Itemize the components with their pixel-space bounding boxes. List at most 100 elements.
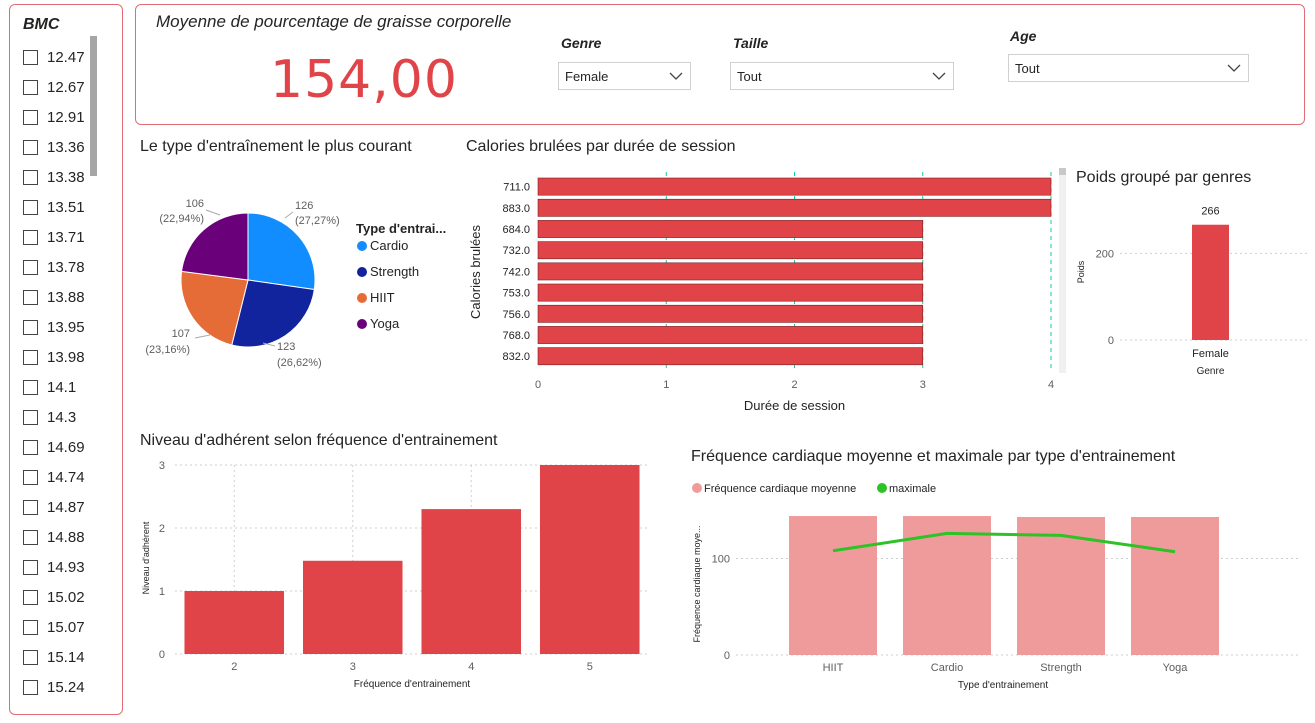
poids-bar [1192, 224, 1229, 340]
checkbox[interactable] [23, 109, 38, 125]
chevron-down-icon [1227, 64, 1241, 72]
y-axis-title: Calories brulées [468, 225, 483, 319]
pie-chart[interactable]: 126 (27,27%) 123 (26,62%) 107 (23,16%) 106 (22,… [135, 160, 465, 380]
checkbox[interactable] [23, 229, 38, 245]
x-tick-label: 2 [231, 661, 237, 673]
bmc-option-label: 13.38 [47, 168, 85, 186]
bmc-option[interactable]: 13.71 [23, 227, 85, 247]
pie-data-pct: (22,94%) [159, 213, 204, 225]
genre-dropdown[interactable]: Female [558, 62, 691, 90]
bmc-option[interactable]: 12.47 [23, 47, 85, 67]
bmc-option[interactable]: 14.74 [23, 467, 85, 487]
adherent-bar-chart[interactable]: 0 1 2 3 2 3 4 5 Fréquence d'entrainement Niveau d… [135, 455, 665, 695]
calorie-bar [537, 177, 1052, 196]
bmc-option[interactable]: 13.98 [23, 347, 85, 367]
bmc-option[interactable]: 15.24 [23, 677, 85, 697]
poids-bar-chart[interactable]: 0 200 266 Female Genre Poids [1070, 190, 1310, 390]
data-label: 266 [1201, 206, 1219, 218]
pie-data-pct: (27,27%) [295, 215, 340, 227]
age-dropdown[interactable]: Tout [1008, 54, 1249, 82]
bmc-option[interactable]: 12.91 [23, 107, 85, 127]
age-dropdown-value: Tout [1015, 60, 1040, 76]
checkbox[interactable] [23, 49, 38, 65]
checkbox[interactable] [23, 409, 38, 425]
checkbox[interactable] [23, 169, 38, 185]
taille-dropdown[interactable]: Tout [730, 62, 954, 90]
y-tick-label: 0 [724, 650, 730, 662]
bmc-option-label: 15.14 [47, 648, 85, 666]
pie-data-pct: (26,62%) [277, 357, 322, 369]
checkbox[interactable] [23, 649, 38, 665]
bmc-option[interactable]: 13.38 [23, 167, 85, 187]
adherent-chart-title: Niveau d'adhérent selon fréquence d'entr… [140, 432, 498, 449]
bmc-option[interactable]: 13.95 [23, 317, 85, 337]
bmc-option-label: 13.98 [47, 348, 85, 366]
x-tick-label: 5 [587, 661, 593, 673]
checkbox[interactable] [23, 319, 38, 335]
checkbox[interactable] [23, 439, 38, 455]
bmc-option[interactable]: 14.87 [23, 497, 85, 517]
bmc-option-label: 14.87 [47, 498, 85, 516]
bmc-scrollbar[interactable] [90, 36, 97, 176]
checkbox[interactable] [23, 679, 38, 695]
bmc-option-label: 14.3 [47, 408, 77, 426]
moyenne-bar [1131, 517, 1219, 655]
checkbox[interactable] [23, 589, 38, 605]
checkbox[interactable] [23, 199, 38, 215]
pie-data-label: 123 [277, 341, 295, 353]
checkbox[interactable] [23, 259, 38, 275]
y-tick-label: 0 [159, 649, 165, 661]
bmc-option[interactable]: 13.88 [23, 287, 85, 307]
y-tick-label: 768.0 [502, 330, 530, 342]
bmc-option[interactable]: 15.02 [23, 587, 85, 607]
bmc-option[interactable]: 14.69 [23, 437, 85, 457]
bmc-option[interactable]: 14.88 [23, 527, 85, 547]
bmc-option-label: 14.74 [47, 468, 85, 486]
checkbox[interactable] [23, 619, 38, 635]
bmc-option-label: 14.1 [47, 378, 77, 396]
checkbox[interactable] [23, 79, 38, 95]
bmc-option-label: 15.07 [47, 618, 85, 636]
adherent-bar [184, 591, 285, 654]
checkbox[interactable] [23, 379, 38, 395]
bmc-option-label: 13.78 [47, 258, 85, 276]
chevron-down-icon [932, 72, 946, 80]
checkbox[interactable] [23, 529, 38, 545]
frequence-combo-chart[interactable]: Fréquence cardiaque moyenne maximale 0 100 H… [686, 472, 1306, 697]
bmc-option[interactable]: 14.1 [23, 377, 76, 397]
checkbox[interactable] [23, 289, 38, 305]
calories-bar-chart[interactable]: 0 1 2 3 4 711.0 883.0 684.0 732.0 742.0 753.0 756.0… [462, 160, 1070, 420]
bmc-option[interactable]: 14.93 [23, 557, 85, 577]
bmc-option[interactable]: 15.07 [23, 617, 85, 637]
bmc-option[interactable]: 13.51 [23, 197, 85, 217]
pie-label-leader [205, 209, 221, 216]
checkbox[interactable] [23, 469, 38, 485]
bmc-option[interactable]: 12.67 [23, 77, 85, 97]
x-axis-title: Genre [1197, 366, 1225, 377]
pie-legend-marker [357, 267, 367, 277]
legend-marker-maximale [877, 483, 887, 493]
poids-chart-title: Poids groupé par genres [1076, 169, 1252, 186]
y-tick-label: 2 [159, 523, 165, 535]
pie-legend-label: Yoga [370, 316, 400, 331]
checkbox[interactable] [23, 499, 38, 515]
bmc-option[interactable]: 13.78 [23, 257, 85, 277]
checkbox[interactable] [23, 139, 38, 155]
pie-legend-marker [357, 293, 367, 303]
scrollbar-track [1059, 168, 1066, 373]
bmc-option[interactable]: 15.14 [23, 647, 85, 667]
x-tick-label: 3 [350, 661, 356, 673]
checkbox[interactable] [23, 559, 38, 575]
calorie-bar [537, 262, 924, 281]
checkbox[interactable] [23, 349, 38, 365]
calories-chart-title: Calories brulées par durée de session [466, 138, 736, 155]
bmc-option-label: 14.93 [47, 558, 85, 576]
calorie-bar [537, 220, 924, 238]
legend-label: maximale [889, 483, 936, 495]
maximale-line [832, 531, 1176, 554]
bmc-option[interactable]: 13.36 [23, 137, 85, 157]
moyenne-bar [1017, 517, 1105, 655]
legend-marker-moyenne [692, 483, 702, 493]
bmc-option[interactable]: 14.3 [23, 407, 76, 427]
y-tick-label: 1 [159, 586, 165, 598]
